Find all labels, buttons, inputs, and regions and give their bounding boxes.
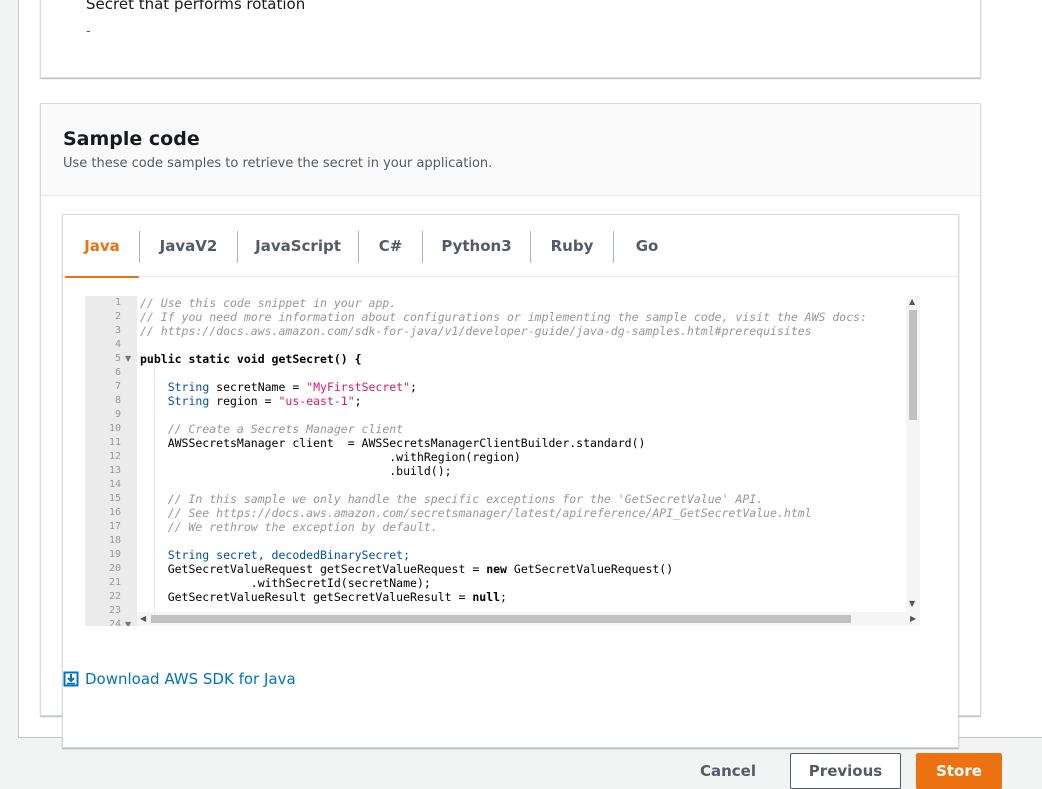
panel-description: Use these code samples to retrieve the s… xyxy=(63,156,493,171)
horizontal-scrollbar[interactable]: ◀ ▶ xyxy=(137,612,920,626)
vertical-scrollbar[interactable]: ▲ ▼ xyxy=(906,296,920,612)
line-number: 14 xyxy=(108,479,121,490)
line-number: 5 xyxy=(114,353,121,364)
code-line: .withSecretId(secretName); xyxy=(140,576,431,590)
scroll-right-icon[interactable]: ▶ xyxy=(910,614,916,623)
tab-python3[interactable]: Python3 xyxy=(423,215,530,277)
line-number: 22 xyxy=(108,591,121,602)
line-number: 9 xyxy=(114,409,121,420)
tab-java[interactable]: Java xyxy=(65,215,139,278)
line-number: 15 xyxy=(108,493,121,504)
code-line: // Use this code snippet in your app. xyxy=(140,296,397,310)
horizontal-scroll-thumb[interactable] xyxy=(151,615,851,623)
scroll-left-icon[interactable]: ◀ xyxy=(140,614,146,623)
rotation-value: - xyxy=(86,24,91,39)
previous-button[interactable]: Previous xyxy=(790,753,901,789)
panel-header: Sample code Use these code samples to re… xyxy=(41,104,980,196)
sample-code-panel: Sample code Use these code samples to re… xyxy=(40,103,981,748)
line-number: 18 xyxy=(108,535,121,546)
code-line: // Create a Secrets Manager client xyxy=(140,422,404,436)
code-line: String region = "us-east-1"; xyxy=(167,394,362,408)
code-line: String secretName = "MyFirstSecret"; xyxy=(167,380,417,394)
scroll-down-icon[interactable]: ▼ xyxy=(909,599,915,608)
line-number: 3 xyxy=(114,325,121,336)
line-number: 8 xyxy=(114,395,121,406)
line-number: 16 xyxy=(108,507,121,518)
line-number: 17 xyxy=(108,521,121,532)
store-button[interactable]: Store xyxy=(916,753,1002,789)
line-number: 11 xyxy=(108,437,121,448)
panel-title: Sample code xyxy=(63,128,200,150)
code-line: // https://docs.aws.amazon.com/sdk-for-j… xyxy=(140,324,812,338)
line-number: 4 xyxy=(114,339,121,350)
download-sdk-link[interactable]: Download AWS SDK for Java xyxy=(63,670,296,688)
line-number: 19 xyxy=(108,549,121,560)
code-line: GetSecretValueRequest getSecretValueRequ… xyxy=(140,562,674,576)
rotation-label: Secret that performs rotation xyxy=(86,0,306,13)
code-line: public static void getSecret() { xyxy=(140,352,362,366)
line-number: 21 xyxy=(108,577,121,588)
tab-ruby[interactable]: Ruby xyxy=(531,215,613,277)
code-content[interactable]: // Use this code snippet in your app. //… xyxy=(140,296,920,612)
scroll-up-icon[interactable]: ▲ xyxy=(909,297,915,306)
download-sdk-label: Download AWS SDK for Java xyxy=(85,670,296,688)
code-line: GetSecretValueResult getSecretValueResul… xyxy=(140,590,507,604)
tab-bar: Java JavaV2 JavaScript C# Python3 Ruby G… xyxy=(63,215,958,278)
line-number: 23 xyxy=(108,605,121,616)
code-line: AWSSecretsManager client = AWSSecretsMan… xyxy=(140,436,646,450)
rotation-panel: Secret that performs rotation - xyxy=(40,0,981,78)
code-line: // We rethrow the exception by default. xyxy=(140,520,438,534)
code-line: .build(); xyxy=(140,464,452,478)
language-tabs-container: Java JavaV2 JavaScript C# Python3 Ruby G… xyxy=(62,214,959,748)
tab-csharp[interactable]: C# xyxy=(359,215,422,277)
line-number: 1 xyxy=(114,297,121,308)
tab-javascript[interactable]: JavaScript xyxy=(238,215,358,277)
code-line: // See https://docs.aws.amazon.com/secre… xyxy=(140,506,812,520)
line-number: 24 xyxy=(108,619,121,626)
code-line: String secret, decodedBinarySecret; xyxy=(140,548,411,562)
tab-go[interactable]: Go xyxy=(614,215,680,277)
line-number: 12 xyxy=(108,451,121,462)
line-number: 13 xyxy=(108,465,121,476)
code-line: .withRegion(region) xyxy=(140,450,521,464)
line-number: 6 xyxy=(114,367,121,378)
code-line: // In this sample we only handle the spe… xyxy=(140,492,764,506)
code-line: // If you need more information about co… xyxy=(140,310,867,324)
code-editor[interactable]: 1 2 3 4 5 ▼ 6 7 8 9 10 11 12 13 14 15 16… xyxy=(85,296,920,626)
vertical-scroll-thumb[interactable] xyxy=(909,310,917,420)
fold-arrow-icon[interactable]: ▼ xyxy=(125,354,131,363)
cancel-button[interactable]: Cancel xyxy=(692,753,764,789)
download-icon xyxy=(63,671,79,687)
fold-arrow-icon[interactable]: ▼ xyxy=(125,620,131,626)
line-number: 20 xyxy=(108,563,121,574)
line-number: 7 xyxy=(114,381,121,392)
line-number-gutter: 1 2 3 4 5 ▼ 6 7 8 9 10 11 12 13 14 15 16… xyxy=(85,296,137,626)
tab-javav2[interactable]: JavaV2 xyxy=(140,215,237,277)
line-number: 10 xyxy=(108,423,121,434)
line-number: 2 xyxy=(114,311,121,322)
